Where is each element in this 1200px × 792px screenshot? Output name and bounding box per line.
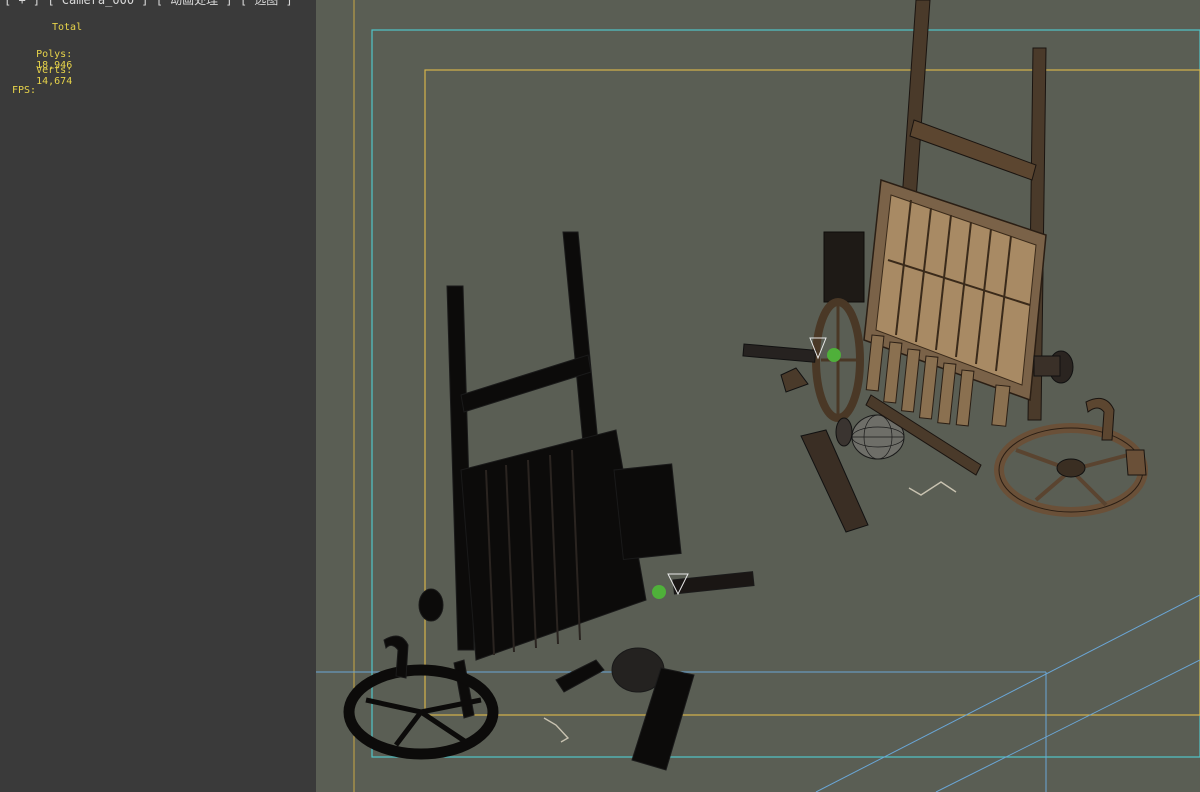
3d-viewport[interactable]	[316, 0, 1200, 792]
verts-value: 14,674	[36, 76, 73, 87]
grid-line	[935, 659, 1200, 792]
stats-total-label: Total	[52, 22, 83, 33]
verts-label: Verts:	[36, 65, 73, 76]
cart-textured	[742, 0, 1148, 533]
cart-shadow	[343, 231, 755, 771]
stats-fps-label: FPS:	[12, 85, 37, 96]
viewport-scene	[316, 0, 1200, 792]
grid-line	[815, 594, 1200, 792]
stats-panel: [ + ] [ Camera_000 ] [ 动画处理 ] [ 选图 ] Tot…	[0, 0, 316, 792]
pivot-marker	[652, 585, 666, 599]
viewport-label[interactable]: [ + ] [ Camera_000 ] [ 动画处理 ] [ 选图 ]	[4, 0, 293, 8]
